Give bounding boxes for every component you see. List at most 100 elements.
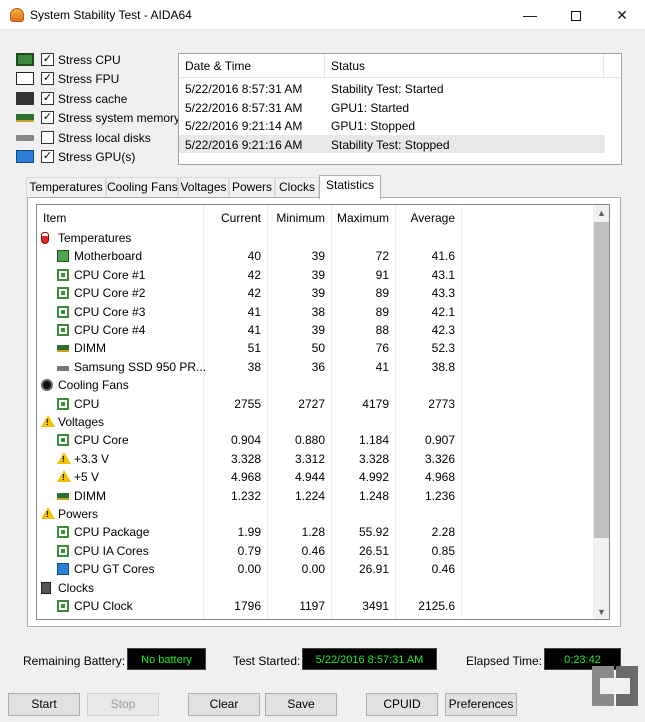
stress-option-label[interactable]: Stress system memory — [58, 111, 180, 125]
stress-checkbox[interactable]: ✓ — [41, 111, 54, 125]
tab-statistics[interactable]: Statistics — [319, 175, 381, 199]
stress-option-label[interactable]: Stress FPU — [58, 72, 119, 86]
cell-average: 38.8 — [431, 359, 455, 374]
minimize-button[interactable]: — — [507, 0, 553, 30]
tab-clocks[interactable]: Clocks — [275, 177, 319, 198]
cell-minimum: 0.880 — [294, 433, 325, 448]
log-row[interactable]: 5/22/2016 8:57:31 AM Stability Test: Star… — [179, 79, 605, 97]
group-label: Powers — [58, 507, 99, 521]
log-row[interactable]: 5/22/2016 8:57:31 AM GPU1: Started — [179, 98, 605, 116]
sensor-row[interactable]: ! +5 V 4.968 4.944 4.992 4.968 — [37, 468, 593, 487]
cpuid-button[interactable]: CPUID — [366, 693, 438, 716]
stress-checkbox[interactable]: ✓ — [41, 53, 54, 66]
sensor-row[interactable]: CPU Core #3 41 38 89 42.1 — [37, 303, 593, 322]
sensor-row[interactable]: CPU Clock 1796 1197 3491 2125.6 — [37, 597, 593, 616]
warning-mark: ! — [62, 454, 65, 464]
cell-minimum: 3.312 — [294, 451, 325, 466]
maximize-icon — [571, 11, 581, 21]
cell-current: 0.904 — [230, 433, 261, 448]
tab-voltages[interactable]: Voltages — [178, 177, 229, 198]
sensor-label: Samsung SSD 950 PR... — [74, 359, 207, 374]
cell-minimum: 39 — [311, 286, 325, 301]
stress-checkbox[interactable]: ✓ — [41, 72, 54, 86]
cell-maximum: 41 — [375, 359, 389, 374]
motherboard-icon — [57, 250, 69, 263]
warning-icon: ! — [41, 415, 55, 427]
ssd-icon — [57, 365, 69, 371]
log-header-status[interactable]: Status — [331, 59, 365, 73]
stress-checkbox[interactable]: ✓ — [41, 149, 54, 163]
group-row[interactable]: Clocks — [37, 579, 593, 598]
cell-maximum: 1.184 — [358, 433, 389, 448]
scroll-down-arrow-icon[interactable]: ▼ — [593, 604, 609, 619]
clear-button[interactable]: Clear — [188, 693, 260, 716]
title-bar: System Stability Test - AIDA64 — ✕ — [0, 0, 645, 30]
sensor-row[interactable]: CPU Package 1.99 1.28 55.92 2.28 — [37, 523, 593, 542]
sensor-row[interactable]: DIMM 51 50 76 52.3 — [37, 339, 593, 358]
sensor-row[interactable]: CPU Core #2 42 39 89 43.3 — [37, 284, 593, 303]
tab-cooling-fans[interactable]: Cooling Fans — [106, 177, 178, 198]
group-row[interactable]: ! Powers — [37, 505, 593, 524]
cell-current: 3.328 — [230, 451, 261, 466]
column-header-minimum[interactable]: Minimum — [267, 211, 325, 225]
tab-powers[interactable]: Powers — [229, 177, 275, 198]
cell-average: 3.326 — [424, 451, 455, 466]
warning-icon: ! — [41, 507, 55, 519]
maximize-button[interactable] — [553, 0, 599, 30]
stress-checkbox[interactable]: ✓ — [41, 91, 54, 105]
cell-average: 42.1 — [431, 304, 455, 319]
cell-maximum: 26.91 — [358, 562, 389, 577]
sensor-row[interactable]: CPU Core #4 41 39 88 42.3 — [37, 321, 593, 340]
sensor-row[interactable]: CPU Core #1 42 39 91 43.1 — [37, 266, 593, 285]
site-logo — [592, 666, 638, 706]
group-row[interactable]: Cooling Fans — [37, 376, 593, 395]
cell-current: 38 — [247, 359, 261, 374]
start-button[interactable]: Start — [8, 693, 80, 716]
stress-option-label[interactable]: Stress GPU(s) — [58, 150, 135, 164]
group-row[interactable]: Temperatures — [37, 229, 593, 248]
cpu-chip-icon — [57, 526, 69, 539]
column-header-item[interactable]: Item — [43, 211, 66, 225]
cpu-chip-icon — [57, 397, 69, 410]
sensor-row[interactable]: ! +3.3 V 3.328 3.312 3.328 3.326 — [37, 450, 593, 469]
cell-current: 41 — [247, 323, 261, 337]
event-log: Date & Time Status 5/22/2016 8:57:31 AM S… — [178, 53, 622, 165]
log-status: GPU1: Stopped — [331, 119, 416, 133]
memory-module-icon — [57, 345, 69, 353]
sensor-row[interactable]: CPU Core 0.904 0.880 1.184 0.907 — [37, 431, 593, 450]
sensor-row[interactable]: CPU IA Cores 0.79 0.46 26.51 0.85 — [37, 542, 593, 561]
stress-checkbox[interactable] — [41, 130, 54, 144]
column-header-average[interactable]: Average — [395, 211, 455, 225]
stress-option-label[interactable]: Stress CPU — [58, 53, 121, 67]
close-button[interactable]: ✕ — [599, 0, 645, 30]
log-header-date[interactable]: Date & Time — [185, 59, 251, 73]
sensor-row[interactable]: Motherboard 40 39 72 41.6 — [37, 247, 593, 266]
log-status: Stability Test: Stopped — [331, 137, 450, 152]
scroll-up-arrow-icon[interactable]: ▲ — [593, 205, 609, 222]
log-row[interactable]: 5/22/2016 9:21:14 AM GPU1: Stopped — [179, 116, 605, 134]
sensor-row[interactable]: DIMM 1.232 1.224 1.248 1.236 — [37, 487, 593, 506]
group-label: Temperatures — [58, 231, 132, 245]
stress-option-label[interactable]: Stress cache — [58, 92, 127, 106]
cell-current: 0.00 — [237, 562, 261, 577]
save-button[interactable]: Save — [265, 693, 337, 716]
cell-average: 1.236 — [424, 488, 455, 503]
preferences-button[interactable]: Preferences — [445, 693, 517, 716]
stop-button[interactable]: Stop — [87, 693, 159, 716]
group-row[interactable]: ! Voltages — [37, 413, 593, 432]
sensor-row[interactable]: Samsung SSD 950 PR... 38 36 41 38.8 — [37, 358, 593, 377]
stress-option-label[interactable]: Stress local disks — [58, 131, 151, 145]
column-header-current[interactable]: Current — [203, 211, 261, 225]
sensor-label: DIMM — [74, 341, 106, 356]
vertical-scrollbar[interactable]: ▲ ▼ — [593, 205, 609, 619]
stress-option-row: ✓ Stress CPU — [16, 50, 176, 69]
tab-temperatures[interactable]: Temperatures — [26, 177, 106, 198]
battery-label: Remaining Battery: — [23, 654, 126, 668]
sensor-row[interactable]: CPU GT Cores 0.00 0.00 26.91 0.46 — [37, 560, 593, 579]
cell-average: 0.907 — [424, 433, 455, 448]
scrollbar-thumb[interactable] — [594, 222, 609, 538]
log-row[interactable]: 5/22/2016 9:21:16 AM Stability Test: Stop… — [179, 134, 605, 153]
cell-maximum: 91 — [375, 267, 389, 282]
sensor-row[interactable]: CPU 2755 2727 4179 2773 — [37, 395, 593, 414]
column-header-maximum[interactable]: Maximum — [337, 211, 389, 225]
